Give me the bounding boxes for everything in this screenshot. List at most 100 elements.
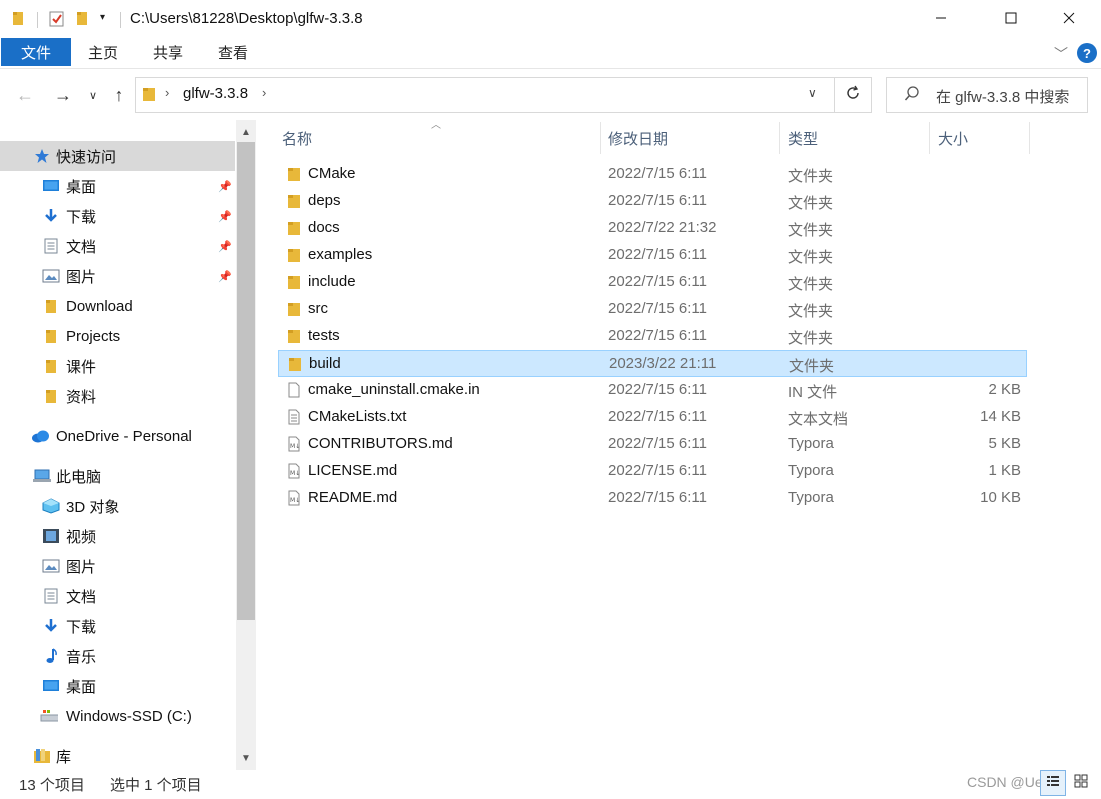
download-icon [42, 618, 60, 634]
ribbon: 文件 主页 共享 查看 ﹀ ? [0, 38, 1101, 68]
column-header-size[interactable]: 大小 [938, 122, 1028, 154]
file-row[interactable]: include 2022/7/15 6:11 文件夹 [278, 269, 1027, 296]
file-row[interactable]: docs 2022/7/22 21:32 文件夹 [278, 215, 1027, 242]
column-separator[interactable] [929, 122, 930, 154]
file-type: Typora [788, 435, 834, 452]
search-input[interactable]: 在 glfw-3.3.8 中搜索 [936, 86, 1069, 107]
nav-item-desktop-pc[interactable]: 桌面 [0, 671, 235, 701]
breadcrumb-current[interactable]: glfw-3.3.8 [183, 85, 248, 102]
item-count: 13 个项目 [19, 777, 85, 794]
file-type: 文件夹 [789, 358, 835, 375]
folder-icon [286, 220, 302, 236]
file-name: cmake_uninstall.cmake.in [308, 381, 480, 398]
breadcrumb-separator-icon[interactable]: › [165, 85, 169, 100]
desktop-icon [42, 678, 60, 694]
nav-item-quick-access[interactable]: 快速访问 [0, 141, 235, 171]
nav-scrollbar-thumb[interactable] [237, 142, 255, 620]
new-folder-icon[interactable] [76, 10, 90, 30]
file-row[interactable]: CMakeLists.txt 2022/7/15 6:11 文本文档 14 KB [278, 404, 1027, 431]
tab-file[interactable]: 文件 [1, 38, 71, 66]
column-separator[interactable] [600, 122, 601, 154]
back-button[interactable]: ← [14, 80, 36, 110]
nav-item-downloads[interactable]: 下载 📌 [0, 201, 235, 231]
pin-icon[interactable]: 📌 [218, 270, 232, 283]
tab-home[interactable]: 主页 [80, 38, 126, 66]
nav-item-courseware[interactable]: 课件 [0, 351, 235, 381]
pin-icon[interactable]: 📌 [218, 180, 232, 193]
nav-item-download-folder[interactable]: Download [0, 291, 235, 321]
nav-item-documents[interactable]: 文档 📌 [0, 231, 235, 261]
file-row[interactable]: M↓ README.md 2022/7/15 6:11 Typora 10 KB [278, 485, 1027, 512]
properties-icon[interactable] [48, 10, 66, 32]
nav-item-this-pc[interactable]: 此电脑 [0, 461, 235, 491]
nav-item-music[interactable]: 音乐 [0, 641, 235, 671]
folder-icon [42, 388, 60, 404]
nav-item-materials[interactable]: 资料 [0, 381, 235, 411]
file-row[interactable]: src 2022/7/15 6:11 文件夹 [278, 296, 1027, 323]
file-row[interactable]: M↓ CONTRIBUTORS.md 2022/7/15 6:11 Typora 5 K… [278, 431, 1027, 458]
refresh-button[interactable] [834, 77, 872, 113]
customize-toolbar-icon[interactable]: ▾ [100, 12, 105, 23]
svg-text:M↓: M↓ [290, 470, 300, 477]
large-icons-view-button[interactable] [1068, 770, 1094, 796]
file-row[interactable]: deps 2022/7/15 6:11 文件夹 [278, 188, 1027, 215]
nav-item-libraries[interactable]: 库 [0, 741, 235, 770]
file-date: 2022/7/22 21:32 [608, 219, 717, 236]
minimize-button[interactable] [918, 0, 964, 38]
nav-item-pictures-pc[interactable]: 图片 [0, 551, 235, 581]
picture-icon [42, 268, 60, 284]
close-button[interactable] [1046, 0, 1092, 38]
file-name: README.md [308, 489, 398, 506]
breadcrumb-chevron-icon[interactable]: › [262, 85, 266, 100]
folder-icon [287, 356, 303, 372]
forward-button[interactable]: → [52, 80, 74, 110]
tab-view[interactable]: 查看 [210, 38, 256, 66]
navigation-pane: 快速访问 桌面 📌 下载 📌 文档 📌 图片 📌 Download Projec… [0, 120, 256, 770]
folder-icon [42, 298, 60, 314]
column-header-date[interactable]: 修改日期 [608, 122, 778, 154]
up-button[interactable]: ↑ [108, 80, 130, 110]
maximize-button[interactable] [988, 0, 1034, 38]
file-row[interactable]: build 2023/3/22 21:11 文件夹 [278, 350, 1027, 377]
details-view-button[interactable] [1040, 770, 1066, 796]
file-row[interactable]: tests 2022/7/15 6:11 文件夹 [278, 323, 1027, 350]
desktop-icon [42, 178, 60, 194]
nav-item-projects[interactable]: Projects [0, 321, 235, 351]
file-date: 2023/3/22 21:11 [609, 355, 717, 372]
pin-icon[interactable]: 📌 [218, 210, 232, 223]
arrow-right-icon: → [54, 84, 72, 105]
recent-locations-button[interactable]: ∨ [86, 80, 100, 110]
download-icon [42, 208, 60, 224]
scroll-up-icon[interactable]: ▲ [236, 122, 256, 142]
file-name: CMake [308, 165, 356, 182]
scroll-down-icon[interactable]: ▼ [236, 748, 256, 768]
nav-label: 视频 [66, 528, 97, 546]
nav-item-videos[interactable]: 视频 [0, 521, 235, 551]
nav-item-3d-objects[interactable]: 3D 对象 [0, 491, 235, 521]
expand-ribbon-icon[interactable]: ﹀ [1054, 44, 1068, 64]
markdown-file-icon: M↓ [286, 490, 302, 506]
folder-icon [286, 193, 302, 209]
nav-item-onedrive[interactable]: OneDrive - Personal [0, 421, 235, 451]
nav-item-documents-pc[interactable]: 文档 [0, 581, 235, 611]
file-row[interactable]: CMake 2022/7/15 6:11 文件夹 [278, 161, 1027, 188]
nav-item-c-drive[interactable]: Windows-SSD (C:) [0, 701, 235, 731]
nav-item-pictures[interactable]: 图片 📌 [0, 261, 235, 291]
file-row[interactable]: cmake_uninstall.cmake.in 2022/7/15 6:11 IN… [278, 377, 1027, 404]
column-header-type[interactable]: 类型 [788, 122, 928, 154]
nav-item-downloads-pc[interactable]: 下载 [0, 611, 235, 641]
file-name: examples [308, 246, 373, 263]
column-separator[interactable] [779, 122, 780, 154]
chevron-down-icon: ∨ [88, 89, 98, 102]
address-dropdown-icon[interactable]: ∨ [808, 86, 817, 100]
folder-icon [42, 328, 60, 344]
file-row[interactable]: M↓ LICENSE.md 2022/7/15 6:11 Typora 1 KB [278, 458, 1027, 485]
pin-icon[interactable]: 📌 [218, 240, 232, 253]
help-icon[interactable]: ? [1077, 43, 1097, 63]
search-icon [904, 86, 920, 106]
column-header-name[interactable]: 名称 [282, 122, 600, 154]
column-separator[interactable] [1029, 122, 1030, 154]
file-row[interactable]: examples 2022/7/15 6:11 文件夹 [278, 242, 1027, 269]
nav-item-desktop[interactable]: 桌面 📌 [0, 171, 235, 201]
tab-share[interactable]: 共享 [145, 38, 191, 66]
